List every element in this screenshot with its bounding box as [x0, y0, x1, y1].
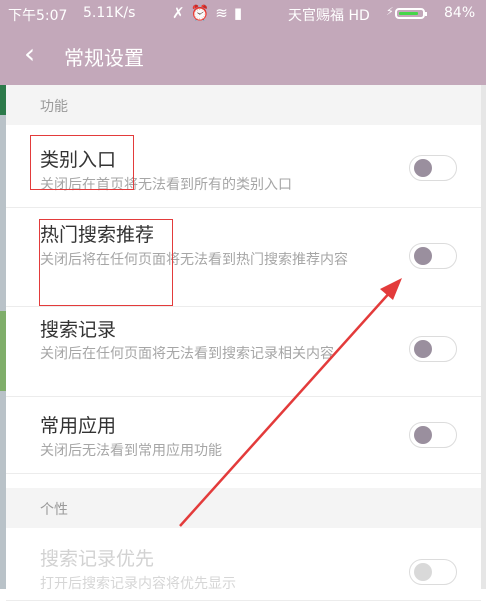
- toggle-knob: [414, 340, 432, 358]
- annotation-box-hot-search: [39, 219, 173, 306]
- history-priority-toggle[interactable]: [409, 559, 457, 585]
- setting-description: 关闭后无法看到常用应用功能: [40, 443, 222, 459]
- search-history-toggle[interactable]: [409, 336, 457, 362]
- network-speed: 5.11K/s: [83, 5, 136, 21]
- section-title: 个性: [40, 502, 68, 518]
- nfc-icon: ✗: [172, 4, 191, 22]
- carrier-label: 天官赐福 HD: [288, 8, 370, 24]
- setting-label: 搜索记录优先: [40, 548, 155, 570]
- toggle-knob: [414, 159, 432, 177]
- toggle-knob: [414, 563, 432, 581]
- page-title: 常规设置: [64, 46, 144, 70]
- toggle-knob: [414, 426, 432, 444]
- common-apps-toggle[interactable]: [409, 422, 457, 448]
- chevron-left-icon[interactable]: ‹: [24, 37, 35, 70]
- charging-icon: ⚡: [386, 5, 394, 18]
- app-header: ‹ 常规设置: [0, 27, 486, 85]
- category-entry-toggle[interactable]: [409, 155, 457, 181]
- background-strip-right: [481, 85, 486, 589]
- status-bar: 下午5:07 5.11K/s ✗⏰≋▮ 天官赐福 HD ⚡ 84%: [0, 0, 486, 27]
- setting-row-search-history[interactable]: 搜索记录 关闭后在任何页面将无法看到搜索记录相关内容: [6, 307, 481, 397]
- alarm-icon: ⏰: [190, 4, 216, 22]
- setting-description: 关闭后在任何页面将无法看到搜索记录相关内容: [40, 346, 334, 362]
- setting-row-common-apps[interactable]: 常用应用 关闭后无法看到常用应用功能: [6, 397, 481, 474]
- section-title: 功能: [40, 99, 68, 115]
- setting-label: 搜索记录: [40, 319, 117, 341]
- setting-description: 打开后搜索记录内容将优先显示: [40, 576, 236, 592]
- battery-percent: 84%: [444, 5, 476, 21]
- battery-icon: [395, 8, 427, 19]
- annotation-box-category: [30, 135, 134, 190]
- signal-icon: ▮: [233, 4, 249, 22]
- hot-search-toggle[interactable]: [409, 243, 457, 269]
- toggle-knob: [414, 247, 432, 265]
- setting-row-history-priority[interactable]: 搜索记录优先 打开后搜索记录内容将优先显示: [6, 530, 481, 601]
- status-icons: ✗⏰≋▮: [172, 4, 248, 22]
- setting-label: 常用应用: [40, 415, 117, 437]
- wifi-icon: ≋: [215, 4, 234, 22]
- section-header-personal: 个性: [6, 488, 481, 528]
- status-time: 下午5:07: [8, 8, 68, 24]
- section-header-function: 功能: [6, 85, 481, 125]
